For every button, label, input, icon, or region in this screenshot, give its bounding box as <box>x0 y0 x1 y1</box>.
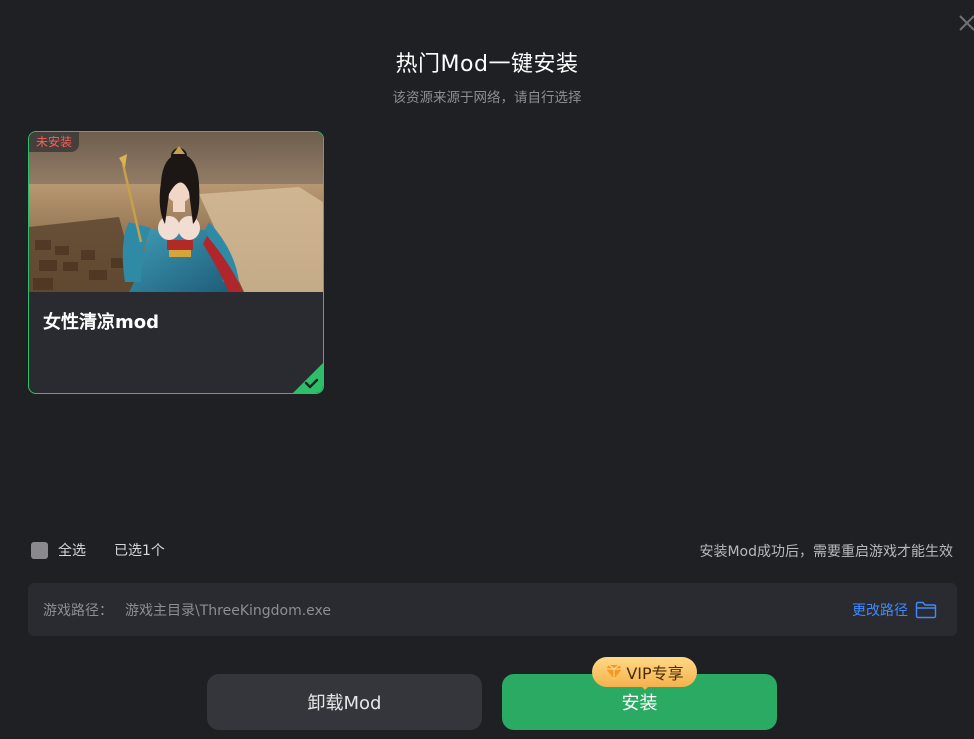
close-icon[interactable] <box>956 12 974 40</box>
selected-count: 已选1个 <box>114 543 165 559</box>
diamond-icon <box>606 664 623 679</box>
mod-install-dialog: 热门Mod一键安装 该资源来源于网络，请自行选择 未安装 女性清凉mod 全选 … <box>0 0 974 739</box>
vip-badge: VIP专享 <box>592 657 697 687</box>
status-badge: 未安装 <box>29 132 80 152</box>
vip-label: VIP专享 <box>626 664 684 683</box>
selection-row: 全选 已选1个 <box>31 540 165 560</box>
change-path-label: 更改路径 <box>852 602 908 619</box>
select-all-checkbox[interactable] <box>31 541 48 559</box>
change-path-button[interactable]: 更改路径 <box>852 583 937 636</box>
uninstall-button[interactable]: 卸载Mod <box>207 674 482 730</box>
dialog-title: 热门Mod一键安装 <box>395 52 579 77</box>
game-path-bar: 游戏路径： 游戏主目录\ThreeKingdom.exe 更改路径 <box>28 583 957 636</box>
select-all-label[interactable]: 全选 <box>58 540 86 560</box>
path-label: 游戏路径： <box>43 602 113 619</box>
vip-badge-tail <box>640 685 650 690</box>
checkmark-icon <box>293 363 323 393</box>
mod-name: 女性清凉mod <box>43 312 160 333</box>
dialog-subtitle: 该资源来源于网络，请自行选择 <box>392 90 582 106</box>
folder-icon <box>915 601 937 618</box>
path-value: 游戏主目录\ThreeKingdom.exe <box>125 602 332 619</box>
mod-card[interactable]: 未安装 女性清凉mod <box>28 131 324 394</box>
restart-note: 安装Mod成功后，需要重启游戏才能生效 <box>699 544 953 560</box>
mod-preview-image <box>29 132 323 292</box>
